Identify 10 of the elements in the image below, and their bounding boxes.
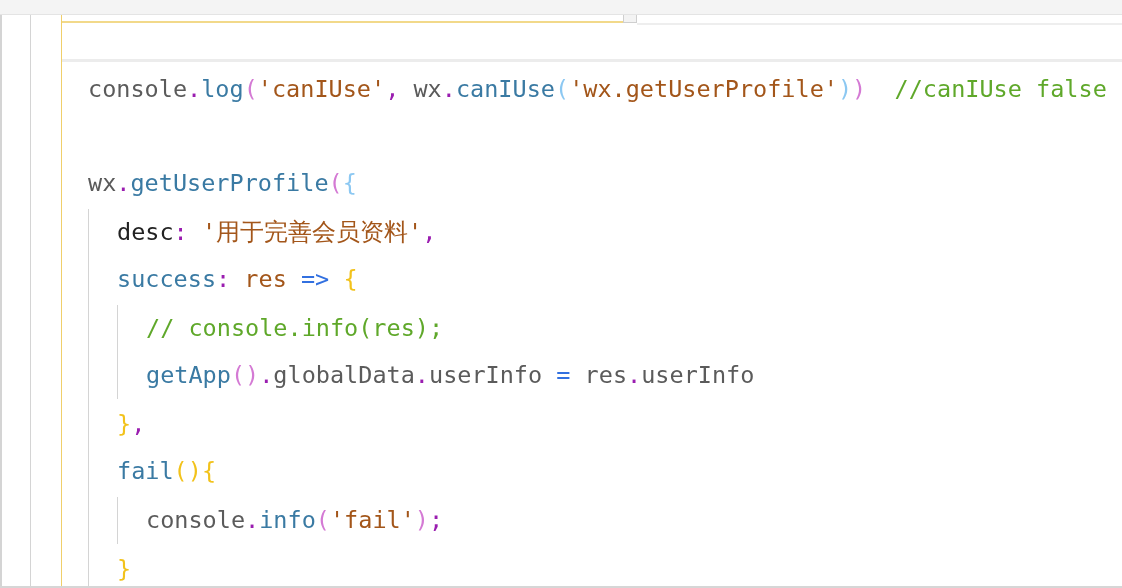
code-line: desc: '用于完善会员资料',: [117, 217, 438, 248]
code-line: fail(){: [117, 456, 218, 487]
code-line: getApp().globalData.userInfo = res.userInfo: [146, 360, 756, 391]
code-line: }: [117, 554, 133, 585]
code-line: success: res => {: [117, 264, 359, 295]
code-line: wx.getUserProfile({: [88, 168, 358, 199]
code-line: console.log('canIUse', wx.canIUse('wx.getUserProfile')) //canIUse false: [88, 74, 1108, 105]
code-line: console.info('fail');: [146, 505, 445, 536]
code-line: // console.info(res);: [146, 313, 445, 344]
code-line: },: [117, 409, 147, 440]
